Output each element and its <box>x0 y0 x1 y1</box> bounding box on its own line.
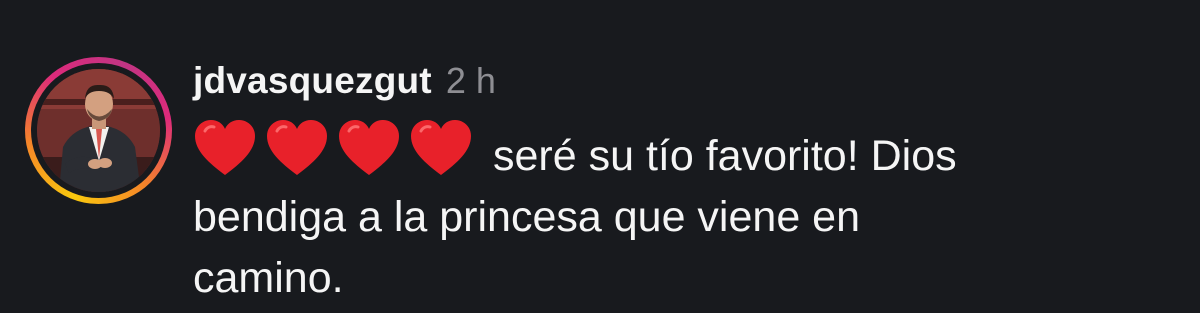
red-heart-icon <box>195 120 255 175</box>
comment-text-line-2: bendiga a la princesa que viene en <box>193 193 861 241</box>
timestamp: 2 h <box>445 60 496 101</box>
red-heart-icon <box>339 120 399 175</box>
comment-text-line-3: camino. <box>193 254 344 302</box>
story-ring-gap <box>31 63 166 198</box>
avatar-photo <box>37 69 160 192</box>
username[interactable]: jdvasquezgut <box>193 60 432 102</box>
story-ring[interactable] <box>25 57 172 204</box>
avatar[interactable] <box>37 69 160 192</box>
comment: jdvasquezgut 2 h seré su tío favorito! D… <box>0 0 1200 313</box>
comment-text: seré su tío favorito! Dios bendiga a la … <box>193 118 1153 309</box>
red-heart-icon <box>411 120 471 175</box>
emoji-group <box>193 118 473 178</box>
comment-text-line-1: seré su tío favorito! Dios <box>493 132 957 180</box>
red-heart-icon <box>267 120 327 175</box>
comment-header: jdvasquezgut 2 h <box>193 60 496 112</box>
